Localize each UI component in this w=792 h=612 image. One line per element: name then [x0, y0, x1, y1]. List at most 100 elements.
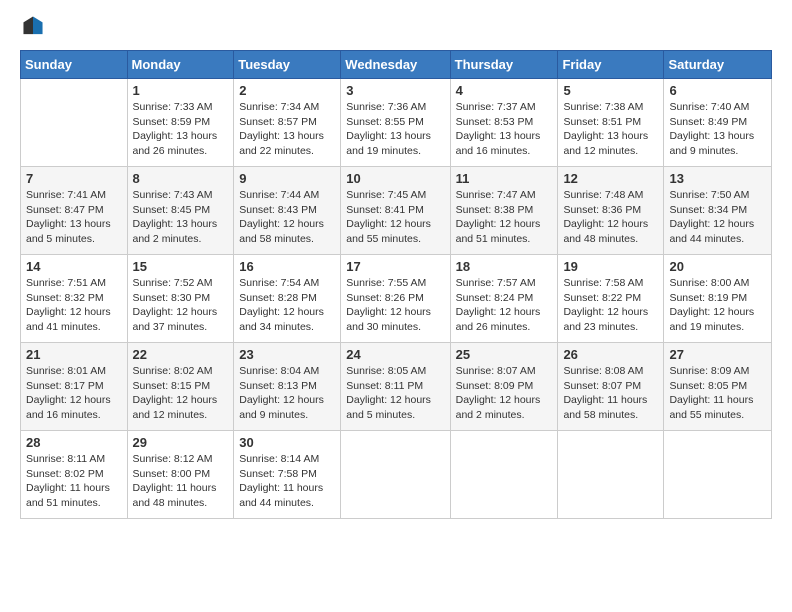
- day-info: Sunrise: 8:02 AM Sunset: 8:15 PM Dayligh…: [133, 364, 229, 423]
- day-number: 6: [669, 83, 766, 98]
- table-cell: 9Sunrise: 7:44 AM Sunset: 8:43 PM Daylig…: [234, 167, 341, 255]
- day-info: Sunrise: 7:36 AM Sunset: 8:55 PM Dayligh…: [346, 100, 444, 159]
- day-number: 23: [239, 347, 335, 362]
- day-number: 13: [669, 171, 766, 186]
- calendar-week-row: 1 Sunrise: 7:33 AM Sunset: 8:59 PM Daylig…: [21, 79, 772, 167]
- day-number: 24: [346, 347, 444, 362]
- table-cell: 16 Sunrise: 7:54 AM Sunset: 8:28 PM Dayli…: [234, 255, 341, 343]
- table-cell: [558, 431, 664, 519]
- day-number: 10: [346, 171, 444, 186]
- table-cell: 22 Sunrise: 8:02 AM Sunset: 8:15 PM Dayli…: [127, 343, 234, 431]
- table-cell: 24 Sunrise: 8:05 AM Sunset: 8:11 PM Dayli…: [341, 343, 450, 431]
- day-number: 8: [133, 171, 229, 186]
- calendar-week-row: 14 Sunrise: 7:51 AM Sunset: 8:32 PM Dayli…: [21, 255, 772, 343]
- day-info: Sunrise: 8:04 AM Sunset: 8:13 PM Dayligh…: [239, 364, 335, 423]
- day-info: Sunrise: 8:08 AM Sunset: 8:07 PM Dayligh…: [563, 364, 658, 423]
- table-cell: 20 Sunrise: 8:00 AM Sunset: 8:19 PM Dayli…: [664, 255, 772, 343]
- table-cell: 12Sunrise: 7:48 AM Sunset: 8:36 PM Dayli…: [558, 167, 664, 255]
- table-cell: [21, 79, 128, 167]
- day-info: Sunrise: 7:51 AM Sunset: 8:32 PM Dayligh…: [26, 276, 122, 335]
- day-info: Sunrise: 7:57 AM Sunset: 8:24 PM Dayligh…: [456, 276, 553, 335]
- day-number: 15: [133, 259, 229, 274]
- day-number: 17: [346, 259, 444, 274]
- calendar-week-row: 28 Sunrise: 8:11 AM Sunset: 8:02 PM Dayli…: [21, 431, 772, 519]
- day-number: 7: [26, 171, 122, 186]
- col-wednesday: Wednesday: [341, 51, 450, 79]
- logo: [20, 15, 48, 42]
- day-info: Sunrise: 7:58 AM Sunset: 8:22 PM Dayligh…: [563, 276, 658, 335]
- day-info: Sunrise: 7:50 AM Sunset: 8:34 PM Dayligh…: [669, 188, 766, 247]
- day-info: Sunrise: 7:52 AM Sunset: 8:30 PM Dayligh…: [133, 276, 229, 335]
- day-info: Sunrise: 7:40 AM Sunset: 8:49 PM Dayligh…: [669, 100, 766, 159]
- day-info: Sunrise: 7:47 AM Sunset: 8:38 PM Dayligh…: [456, 188, 553, 247]
- table-cell: 27 Sunrise: 8:09 AM Sunset: 8:05 PM Dayli…: [664, 343, 772, 431]
- day-number: 11: [456, 171, 553, 186]
- day-info: Sunrise: 8:05 AM Sunset: 8:11 PM Dayligh…: [346, 364, 444, 423]
- table-cell: 13 Sunrise: 7:50 AM Sunset: 8:34 PM Dayli…: [664, 167, 772, 255]
- calendar-week-row: 7 Sunrise: 7:41 AM Sunset: 8:47 PM Daylig…: [21, 167, 772, 255]
- page: Sunday Monday Tuesday Wednesday Thursday…: [0, 0, 792, 612]
- table-cell: 1 Sunrise: 7:33 AM Sunset: 8:59 PM Daylig…: [127, 79, 234, 167]
- day-number: 26: [563, 347, 658, 362]
- day-number: 4: [456, 83, 553, 98]
- col-saturday: Saturday: [664, 51, 772, 79]
- day-number: 2: [239, 83, 335, 98]
- day-info: Sunrise: 8:11 AM Sunset: 8:02 PM Dayligh…: [26, 452, 122, 511]
- day-number: 27: [669, 347, 766, 362]
- table-cell: 8 Sunrise: 7:43 AM Sunset: 8:45 PM Daylig…: [127, 167, 234, 255]
- day-number: 16: [239, 259, 335, 274]
- calendar-week-row: 21 Sunrise: 8:01 AM Sunset: 8:17 PM Dayli…: [21, 343, 772, 431]
- day-info: Sunrise: 7:38 AM Sunset: 8:51 PM Dayligh…: [563, 100, 658, 159]
- day-number: 25: [456, 347, 553, 362]
- table-cell: 23 Sunrise: 8:04 AM Sunset: 8:13 PM Dayli…: [234, 343, 341, 431]
- table-cell: 11 Sunrise: 7:47 AM Sunset: 8:38 PM Dayli…: [450, 167, 558, 255]
- table-cell: 18 Sunrise: 7:57 AM Sunset: 8:24 PM Dayli…: [450, 255, 558, 343]
- day-number: 21: [26, 347, 122, 362]
- calendar-header-row: Sunday Monday Tuesday Wednesday Thursday…: [21, 51, 772, 79]
- col-friday: Friday: [558, 51, 664, 79]
- day-number: 5: [563, 83, 658, 98]
- day-info: Sunrise: 7:44 AM Sunset: 8:43 PM Dayligh…: [239, 188, 335, 247]
- day-info: Sunrise: 7:37 AM Sunset: 8:53 PM Dayligh…: [456, 100, 553, 159]
- table-cell: 3Sunrise: 7:36 AM Sunset: 8:55 PM Daylig…: [341, 79, 450, 167]
- day-info: Sunrise: 8:00 AM Sunset: 8:19 PM Dayligh…: [669, 276, 766, 335]
- day-number: 29: [133, 435, 229, 450]
- day-info: Sunrise: 8:09 AM Sunset: 8:05 PM Dayligh…: [669, 364, 766, 423]
- col-thursday: Thursday: [450, 51, 558, 79]
- table-cell: [664, 431, 772, 519]
- logo-icon: [22, 15, 44, 37]
- day-number: 20: [669, 259, 766, 274]
- day-number: 14: [26, 259, 122, 274]
- day-number: 18: [456, 259, 553, 274]
- table-cell: 30 Sunrise: 8:14 AM Sunset: 7:58 PM Dayli…: [234, 431, 341, 519]
- day-info: Sunrise: 8:14 AM Sunset: 7:58 PM Dayligh…: [239, 452, 335, 511]
- day-number: 1: [133, 83, 229, 98]
- calendar-table: Sunday Monday Tuesday Wednesday Thursday…: [20, 50, 772, 519]
- table-cell: 15 Sunrise: 7:52 AM Sunset: 8:30 PM Dayli…: [127, 255, 234, 343]
- table-cell: 28 Sunrise: 8:11 AM Sunset: 8:02 PM Dayli…: [21, 431, 128, 519]
- day-number: 30: [239, 435, 335, 450]
- table-cell: 6 Sunrise: 7:40 AM Sunset: 8:49 PM Daylig…: [664, 79, 772, 167]
- day-info: Sunrise: 7:33 AM Sunset: 8:59 PM Dayligh…: [133, 100, 229, 159]
- day-number: 28: [26, 435, 122, 450]
- day-number: 19: [563, 259, 658, 274]
- day-info: Sunrise: 7:54 AM Sunset: 8:28 PM Dayligh…: [239, 276, 335, 335]
- header: [20, 15, 772, 42]
- col-tuesday: Tuesday: [234, 51, 341, 79]
- day-info: Sunrise: 7:41 AM Sunset: 8:47 PM Dayligh…: [26, 188, 122, 247]
- col-sunday: Sunday: [21, 51, 128, 79]
- table-cell: 29Sunrise: 8:12 AM Sunset: 8:00 PM Dayli…: [127, 431, 234, 519]
- table-cell: 5 Sunrise: 7:38 AM Sunset: 8:51 PM Daylig…: [558, 79, 664, 167]
- table-cell: 2 Sunrise: 7:34 AM Sunset: 8:57 PM Daylig…: [234, 79, 341, 167]
- table-cell: 7 Sunrise: 7:41 AM Sunset: 8:47 PM Daylig…: [21, 167, 128, 255]
- day-number: 12: [563, 171, 658, 186]
- table-cell: 25Sunrise: 8:07 AM Sunset: 8:09 PM Dayli…: [450, 343, 558, 431]
- day-number: 22: [133, 347, 229, 362]
- day-info: Sunrise: 8:01 AM Sunset: 8:17 PM Dayligh…: [26, 364, 122, 423]
- table-cell: 21 Sunrise: 8:01 AM Sunset: 8:17 PM Dayli…: [21, 343, 128, 431]
- table-cell: [450, 431, 558, 519]
- day-info: Sunrise: 7:43 AM Sunset: 8:45 PM Dayligh…: [133, 188, 229, 247]
- day-info: Sunrise: 7:34 AM Sunset: 8:57 PM Dayligh…: [239, 100, 335, 159]
- day-info: Sunrise: 7:55 AM Sunset: 8:26 PM Dayligh…: [346, 276, 444, 335]
- table-cell: 19 Sunrise: 7:58 AM Sunset: 8:22 PM Dayli…: [558, 255, 664, 343]
